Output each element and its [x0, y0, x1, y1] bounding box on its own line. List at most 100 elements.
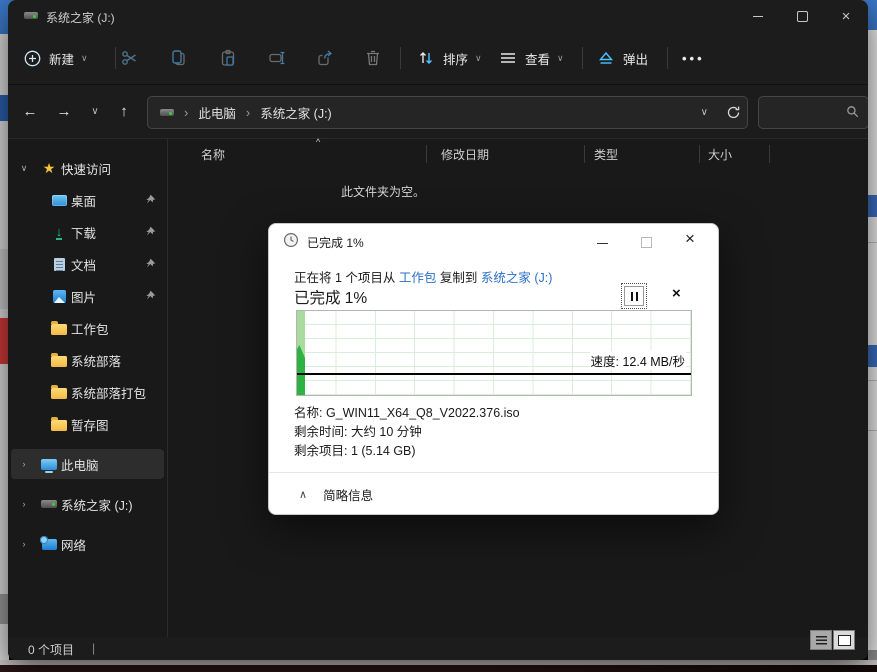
column-separator[interactable] [584, 145, 585, 163]
column-separator[interactable] [699, 145, 700, 163]
folder-icon [51, 356, 67, 367]
column-separator[interactable] [769, 145, 770, 163]
dialog-title: 已完成 1% [307, 234, 364, 251]
chevron-right-icon: › [174, 105, 198, 120]
copy-icon [168, 48, 188, 68]
sidebar-item-label: 系统部落 [71, 351, 121, 370]
minimize-icon [753, 16, 763, 17]
minimize-button[interactable] [736, 0, 780, 32]
dialog-maximize-button[interactable] [641, 237, 652, 248]
pin-icon [145, 290, 156, 301]
copy-button[interactable] [168, 32, 188, 84]
chevron-right-icon[interactable]: › [11, 459, 37, 469]
sidebar-item-label: 工作包 [71, 319, 109, 338]
eject-button[interactable]: 弹出 [596, 32, 648, 84]
rename-button[interactable] [267, 32, 287, 84]
dialog-minimize-button[interactable] [597, 243, 608, 244]
sidebar-item-this-pc[interactable]: › 此电脑 [11, 449, 164, 479]
icons-view-button[interactable] [833, 630, 855, 650]
details-view-button[interactable] [810, 630, 832, 650]
search-input[interactable] [765, 101, 841, 123]
up-button[interactable]: ↑ [110, 85, 138, 138]
forward-button[interactable]: → [50, 85, 78, 138]
chevron-down-icon: ∨ [475, 53, 482, 64]
chevron-up-icon: ∧ [299, 488, 307, 501]
column-header-size[interactable]: 大小 [708, 146, 732, 163]
breadcrumb-drive[interactable]: 系统之家 (J:) [260, 103, 332, 122]
items-left-line: 剩余项目: 1 (5.14 GB) [294, 442, 520, 461]
copy-speed-graph: 速度: 12.4 MB/秒 [296, 310, 692, 396]
new-button[interactable]: 新建 ∨ [22, 32, 88, 84]
sidebar-item-folder-2[interactable]: 系统部落 [11, 345, 164, 375]
dialog-close-button[interactable]: × [685, 229, 695, 249]
chevron-down-icon[interactable]: ∨ [11, 163, 37, 174]
cancel-copy-button[interactable]: × [672, 285, 681, 302]
view-button[interactable]: 查看 ∨ [498, 32, 564, 84]
pause-button[interactable] [621, 283, 647, 309]
breadcrumb-this-pc[interactable]: 此电脑 [198, 103, 236, 122]
status-bar: 0 个项目 | [8, 637, 868, 660]
toolbar-separator [400, 47, 401, 69]
status-separator: | [92, 641, 95, 655]
sidebar-item-documents[interactable]: 文档 [11, 249, 164, 279]
close-button[interactable]: × [824, 0, 868, 32]
sidebar-item-label: 桌面 [71, 191, 96, 210]
window-title: 系统之家 (J:) [46, 9, 115, 26]
copy-destination-link[interactable]: 系统之家 (J:) [481, 271, 553, 285]
column-separator[interactable] [426, 145, 427, 163]
sidebar-item-folder-4[interactable]: 暂存图 [11, 409, 164, 439]
sidebar-item-label: 文档 [71, 255, 96, 274]
sidebar-item-drive-j[interactable]: › 系统之家 (J:) [11, 489, 164, 519]
sort-button[interactable]: 排序 ∨ [416, 32, 482, 84]
pin-icon [145, 258, 156, 269]
paste-icon [218, 48, 238, 68]
eject-icon [596, 48, 616, 68]
copy-source-link[interactable]: 工作包 [399, 271, 437, 285]
copy-progress-dialog: 已完成 1% × 正在将 1 个项目从 工作包 复制到 系统之家 (J:) 已完… [268, 223, 719, 515]
sidebar-item-folder-1[interactable]: 工作包 [11, 313, 164, 343]
column-header-type[interactable]: 类型 [594, 146, 618, 163]
sidebar-item-network[interactable]: › 网络 [11, 529, 164, 559]
pause-icon [624, 286, 644, 306]
toolbar: 新建 ∨ [8, 32, 868, 85]
address-dropdown-button[interactable]: ∨ [701, 107, 708, 118]
share-button[interactable] [315, 32, 335, 84]
column-header-date[interactable]: 修改日期 [441, 146, 489, 163]
desktop-icon [52, 195, 67, 206]
speed-label: 速度: 12.4 MB/秒 [590, 351, 686, 370]
cut-button[interactable] [120, 32, 140, 84]
paste-button[interactable] [218, 32, 238, 84]
clock-icon [283, 232, 299, 248]
sidebar-item-pictures[interactable]: 图片 [11, 281, 164, 311]
search-box[interactable] [758, 96, 868, 129]
sidebar-item-folder-3[interactable]: 系统部落打包 [11, 377, 164, 407]
drive-icon [24, 12, 38, 19]
column-header-name[interactable]: 名称 [201, 146, 225, 163]
title-bar: 系统之家 (J:) × [8, 0, 868, 32]
network-icon [42, 539, 57, 550]
recent-locations-button[interactable]: ∨ [82, 85, 108, 138]
search-icon [846, 105, 860, 119]
eject-label: 弹出 [623, 49, 648, 68]
chevron-right-icon[interactable]: › [11, 539, 37, 549]
address-bar[interactable]: › 此电脑 › 系统之家 (J:) ∨ [147, 96, 748, 129]
star-icon: ★ [43, 161, 56, 175]
maximize-button[interactable] [780, 0, 824, 32]
pin-icon [145, 226, 156, 237]
sidebar-item-desktop[interactable]: 桌面 [11, 185, 164, 215]
sidebar-item-downloads[interactable]: ↓ 下载 [11, 217, 164, 247]
sidebar-item-label: 此电脑 [61, 455, 99, 474]
folder-icon [51, 324, 67, 335]
more-button[interactable]: ••• [682, 32, 705, 84]
sort-label: 排序 [443, 49, 468, 68]
fewer-details-toggle[interactable]: ∧ 简略信息 [299, 485, 373, 504]
fewer-details-label: 简略信息 [323, 485, 373, 504]
toolbar-separator [115, 47, 116, 69]
back-button[interactable]: ← [16, 85, 44, 138]
delete-button[interactable] [363, 32, 383, 84]
sidebar-item-quick-access[interactable]: ∨ ★ 快速访问 [11, 153, 164, 183]
share-icon [315, 48, 335, 68]
chevron-right-icon[interactable]: › [11, 499, 37, 509]
forward-icon: → [57, 103, 72, 120]
refresh-button[interactable] [726, 105, 741, 120]
